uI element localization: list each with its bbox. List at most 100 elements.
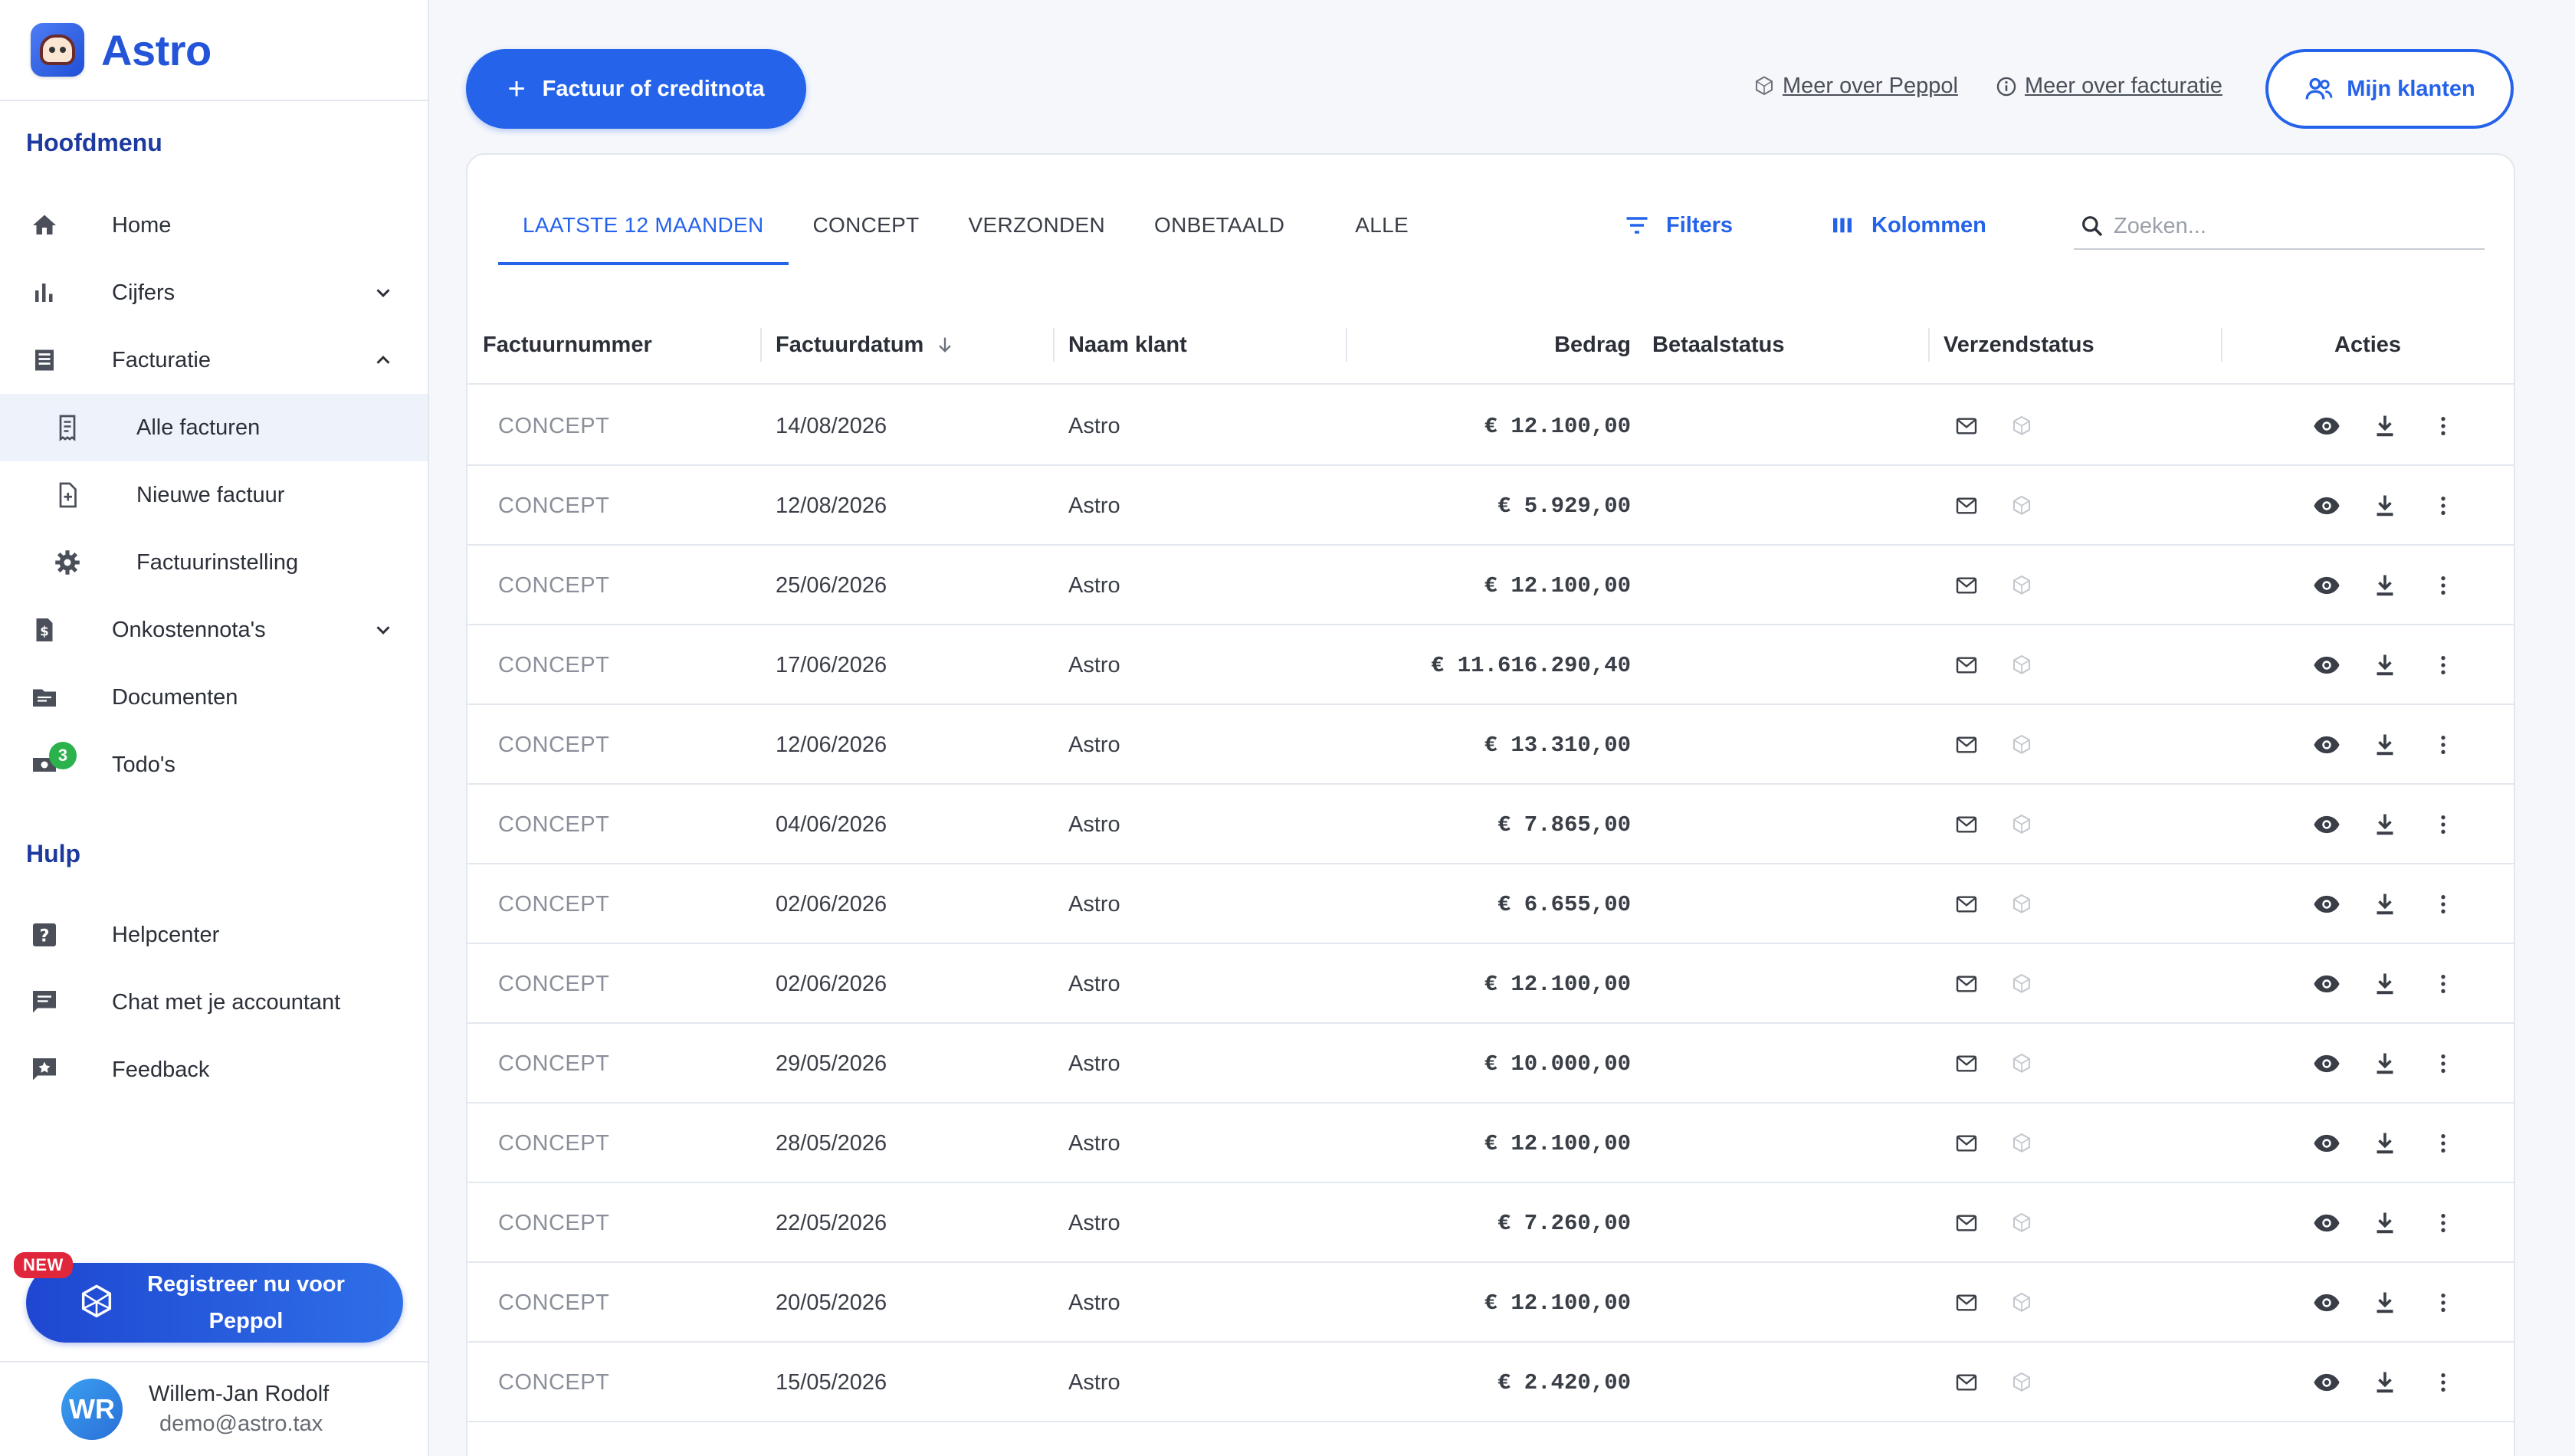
table-row[interactable]: CONCEPT 02/06/2026 Astro € 6.655,00 [467, 864, 2514, 944]
sidebar-item-facturatie[interactable]: Facturatie [0, 326, 428, 394]
sidebar-item-home[interactable]: Home [0, 192, 428, 259]
view-eye-icon[interactable] [2308, 1103, 2345, 1183]
download-icon[interactable] [2367, 625, 2403, 705]
table-row[interactable]: CONCEPT 02/06/2026 Astro € 12.100,00 [467, 944, 2514, 1024]
sidebar-item-factuurinstelling[interactable]: Factuurinstelling [0, 529, 428, 596]
more-vertical-icon[interactable] [2425, 1343, 2462, 1422]
table-row[interactable]: CONCEPT 22/05/2026 Astro € 7.260,00 [467, 1183, 2514, 1263]
invoice-amount: € 2.420,00 [1497, 1369, 1631, 1395]
download-icon[interactable] [2367, 944, 2403, 1024]
table-row[interactable]: CONCEPT 04/06/2026 Astro € 7.865,00 [467, 785, 2514, 864]
brand[interactable]: Astro [0, 0, 428, 101]
sidebar-item-chat[interactable]: Chat met je accountant [0, 969, 428, 1036]
column-header-client[interactable]: Naam klant [1068, 305, 1187, 385]
more-vertical-icon[interactable] [2425, 386, 2462, 466]
more-vertical-icon[interactable] [2425, 466, 2462, 546]
column-header-pay-status[interactable]: Betaalstatus [1652, 305, 1784, 385]
more-vertical-icon[interactable] [2425, 1263, 2462, 1343]
search-input[interactable] [2114, 213, 2466, 239]
view-eye-icon[interactable] [2308, 386, 2345, 466]
download-icon[interactable] [2367, 1103, 2403, 1183]
arrow-down-icon[interactable] [934, 333, 957, 356]
tab-laatste-12-maanden[interactable]: LAATSTE 12 MAANDEN [498, 195, 789, 265]
table-row[interactable]: CONCEPT 28/05/2026 Astro € 12.100,00 [467, 1103, 2514, 1183]
more-vertical-icon[interactable] [2425, 785, 2462, 864]
view-eye-icon[interactable] [2308, 1024, 2345, 1103]
download-icon[interactable] [2367, 785, 2403, 864]
view-eye-icon[interactable] [2308, 1183, 2345, 1263]
table-row[interactable]: CONCEPT 20/05/2026 Astro € 12.100,00 [467, 1263, 2514, 1343]
table-row[interactable]: CONCEPT 12/06/2026 Astro € 13.310,00 [467, 705, 2514, 785]
view-eye-icon[interactable] [2308, 466, 2345, 546]
chevron-down-icon[interactable] [369, 616, 397, 644]
column-header-date-label: Factuurdatum [776, 332, 924, 357]
new-invoice-button[interactable]: + Factuur of creditnota [466, 49, 806, 129]
view-eye-icon[interactable] [2308, 864, 2345, 944]
view-eye-icon[interactable] [2308, 705, 2345, 785]
download-icon[interactable] [2367, 1343, 2403, 1422]
users-icon [2304, 74, 2334, 104]
sidebar-item-label: Documenten [112, 684, 238, 710]
user-profile[interactable]: WR Willem-Jan Rodolf demo@astro.tax [0, 1361, 428, 1456]
invoice-date: 29/05/2026 [776, 1051, 887, 1076]
client-name: Astro [1068, 1290, 1120, 1315]
tab-concept[interactable]: CONCEPT [789, 195, 944, 265]
table-row[interactable]: CONCEPT 14/08/2026 Astro € 12.100,00 [467, 386, 2514, 466]
table-row[interactable]: CONCEPT 25/06/2026 Astro € 12.100,00 [467, 546, 2514, 625]
download-icon[interactable] [2367, 1183, 2403, 1263]
download-icon[interactable] [2367, 705, 2403, 785]
sidebar-item-documenten[interactable]: Documenten [0, 664, 428, 731]
column-header-number[interactable]: Factuurnummer [483, 305, 652, 385]
view-eye-icon[interactable] [2308, 1343, 2345, 1422]
download-icon[interactable] [2367, 546, 2403, 625]
mail-icon [1951, 546, 1982, 625]
download-icon[interactable] [2367, 1024, 2403, 1103]
download-icon[interactable] [2367, 1263, 2403, 1343]
table-row[interactable]: CONCEPT 12/08/2026 Astro € 5.929,00 [467, 466, 2514, 546]
column-header-date[interactable]: Factuurdatum [776, 305, 957, 385]
invoice-date: 04/06/2026 [776, 812, 887, 837]
more-vertical-icon[interactable] [2425, 625, 2462, 705]
chevron-down-icon[interactable] [369, 279, 397, 307]
download-icon[interactable] [2367, 386, 2403, 466]
more-vertical-icon[interactable] [2425, 705, 2462, 785]
column-header-amount[interactable]: Bedrag [1554, 305, 1631, 385]
my-clients-button[interactable]: Mijn klanten [2265, 49, 2514, 129]
column-header-send-status[interactable]: Verzendstatus [1944, 305, 2094, 385]
peppol-register-button[interactable]: Registreer nu voor Peppol [26, 1263, 403, 1343]
more-vertical-icon[interactable] [2425, 546, 2462, 625]
table-row[interactable]: CONCEPT 15/05/2026 Astro € 2.420,00 [467, 1343, 2514, 1422]
more-vertical-icon[interactable] [2425, 1183, 2462, 1263]
link-peppol[interactable]: Meer over Peppol [1752, 74, 1958, 99]
view-eye-icon[interactable] [2308, 625, 2345, 705]
more-vertical-icon[interactable] [2425, 864, 2462, 944]
link-facturatie[interactable]: Meer over facturatie [1994, 74, 2222, 99]
table-row[interactable]: CONCEPT 17/06/2026 Astro € 11.616.290,40 [467, 625, 2514, 705]
invoice-number: CONCEPT [498, 1210, 610, 1235]
filters-button[interactable]: Filters [1622, 210, 1733, 241]
more-vertical-icon[interactable] [2425, 1103, 2462, 1183]
tab-alle[interactable]: ALLE [1309, 195, 1433, 265]
columns-button[interactable]: Kolommen [1827, 210, 1986, 241]
more-vertical-icon[interactable] [2425, 944, 2462, 1024]
more-vertical-icon[interactable] [2425, 1024, 2462, 1103]
download-icon[interactable] [2367, 864, 2403, 944]
user-email: demo@astro.tax [159, 1412, 323, 1436]
sidebar-item-feedback[interactable]: Feedback [0, 1036, 428, 1103]
view-eye-icon[interactable] [2308, 785, 2345, 864]
tab-onbetaald[interactable]: ONBETAALD [1130, 195, 1309, 265]
sidebar-item-cijfers[interactable]: Cijfers [0, 259, 428, 326]
peppol-register-label: Registreer nu voor Peppol [120, 1266, 403, 1340]
table-row[interactable]: CONCEPT 29/05/2026 Astro € 10.000,00 [467, 1024, 2514, 1103]
sidebar-item-todos[interactable]: 3 Todo's [0, 731, 428, 799]
download-icon[interactable] [2367, 466, 2403, 546]
sidebar-item-nieuwe-factuur[interactable]: Nieuwe factuur [0, 461, 428, 529]
chevron-up-icon[interactable] [369, 346, 397, 374]
view-eye-icon[interactable] [2308, 944, 2345, 1024]
view-eye-icon[interactable] [2308, 546, 2345, 625]
view-eye-icon[interactable] [2308, 1263, 2345, 1343]
sidebar-item-helpcenter[interactable]: ? Helpcenter [0, 901, 428, 969]
sidebar-item-onkostennotas[interactable]: $ Onkostennota's [0, 596, 428, 664]
tab-verzonden[interactable]: VERZONDEN [944, 195, 1130, 265]
sidebar-item-alle-facturen[interactable]: Alle facturen [0, 394, 428, 461]
